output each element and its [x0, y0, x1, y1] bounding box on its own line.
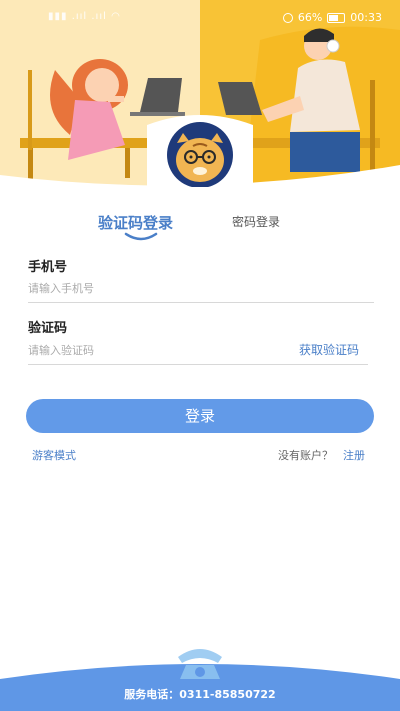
status-bar: ▮▮▮ .ııl .ııl ◠ 66% 00:33	[0, 0, 400, 36]
register-link[interactable]: 注册	[343, 447, 365, 463]
footer: 服务电话：0311-85850722	[0, 639, 400, 711]
active-tab-indicator	[124, 232, 158, 241]
phone-label: 手机号	[28, 260, 68, 275]
code-divider	[28, 364, 368, 365]
telephone-icon	[178, 649, 222, 679]
login-button[interactable]: 登录	[26, 399, 374, 433]
tiger-mascot-logo	[147, 115, 253, 187]
tab-password-login[interactable]: 密码登录	[232, 213, 280, 230]
status-right: 66% 00:33	[282, 11, 382, 24]
no-account-text: 没有账户？	[278, 449, 333, 462]
clock-time: 00:33	[350, 11, 382, 24]
alarm-icon	[282, 12, 293, 23]
code-label: 验证码	[28, 321, 68, 336]
service-phone-text: 服务电话：0311-85850722	[124, 688, 276, 701]
get-code-button[interactable]: 获取验证码	[299, 341, 359, 358]
tab-sms-code-login[interactable]: 验证码登录	[98, 212, 173, 233]
phone-input[interactable]	[28, 280, 368, 296]
signal-icons: ▮▮▮ .ııl .ııl ◠	[48, 11, 121, 22]
guest-mode-link[interactable]: 游客模式	[32, 447, 76, 463]
code-input[interactable]	[28, 342, 288, 358]
battery-percent: 66%	[297, 11, 323, 24]
login-tabs: 验证码登录 密码登录	[0, 212, 400, 252]
phone-divider	[28, 302, 374, 303]
battery-icon	[327, 12, 346, 23]
